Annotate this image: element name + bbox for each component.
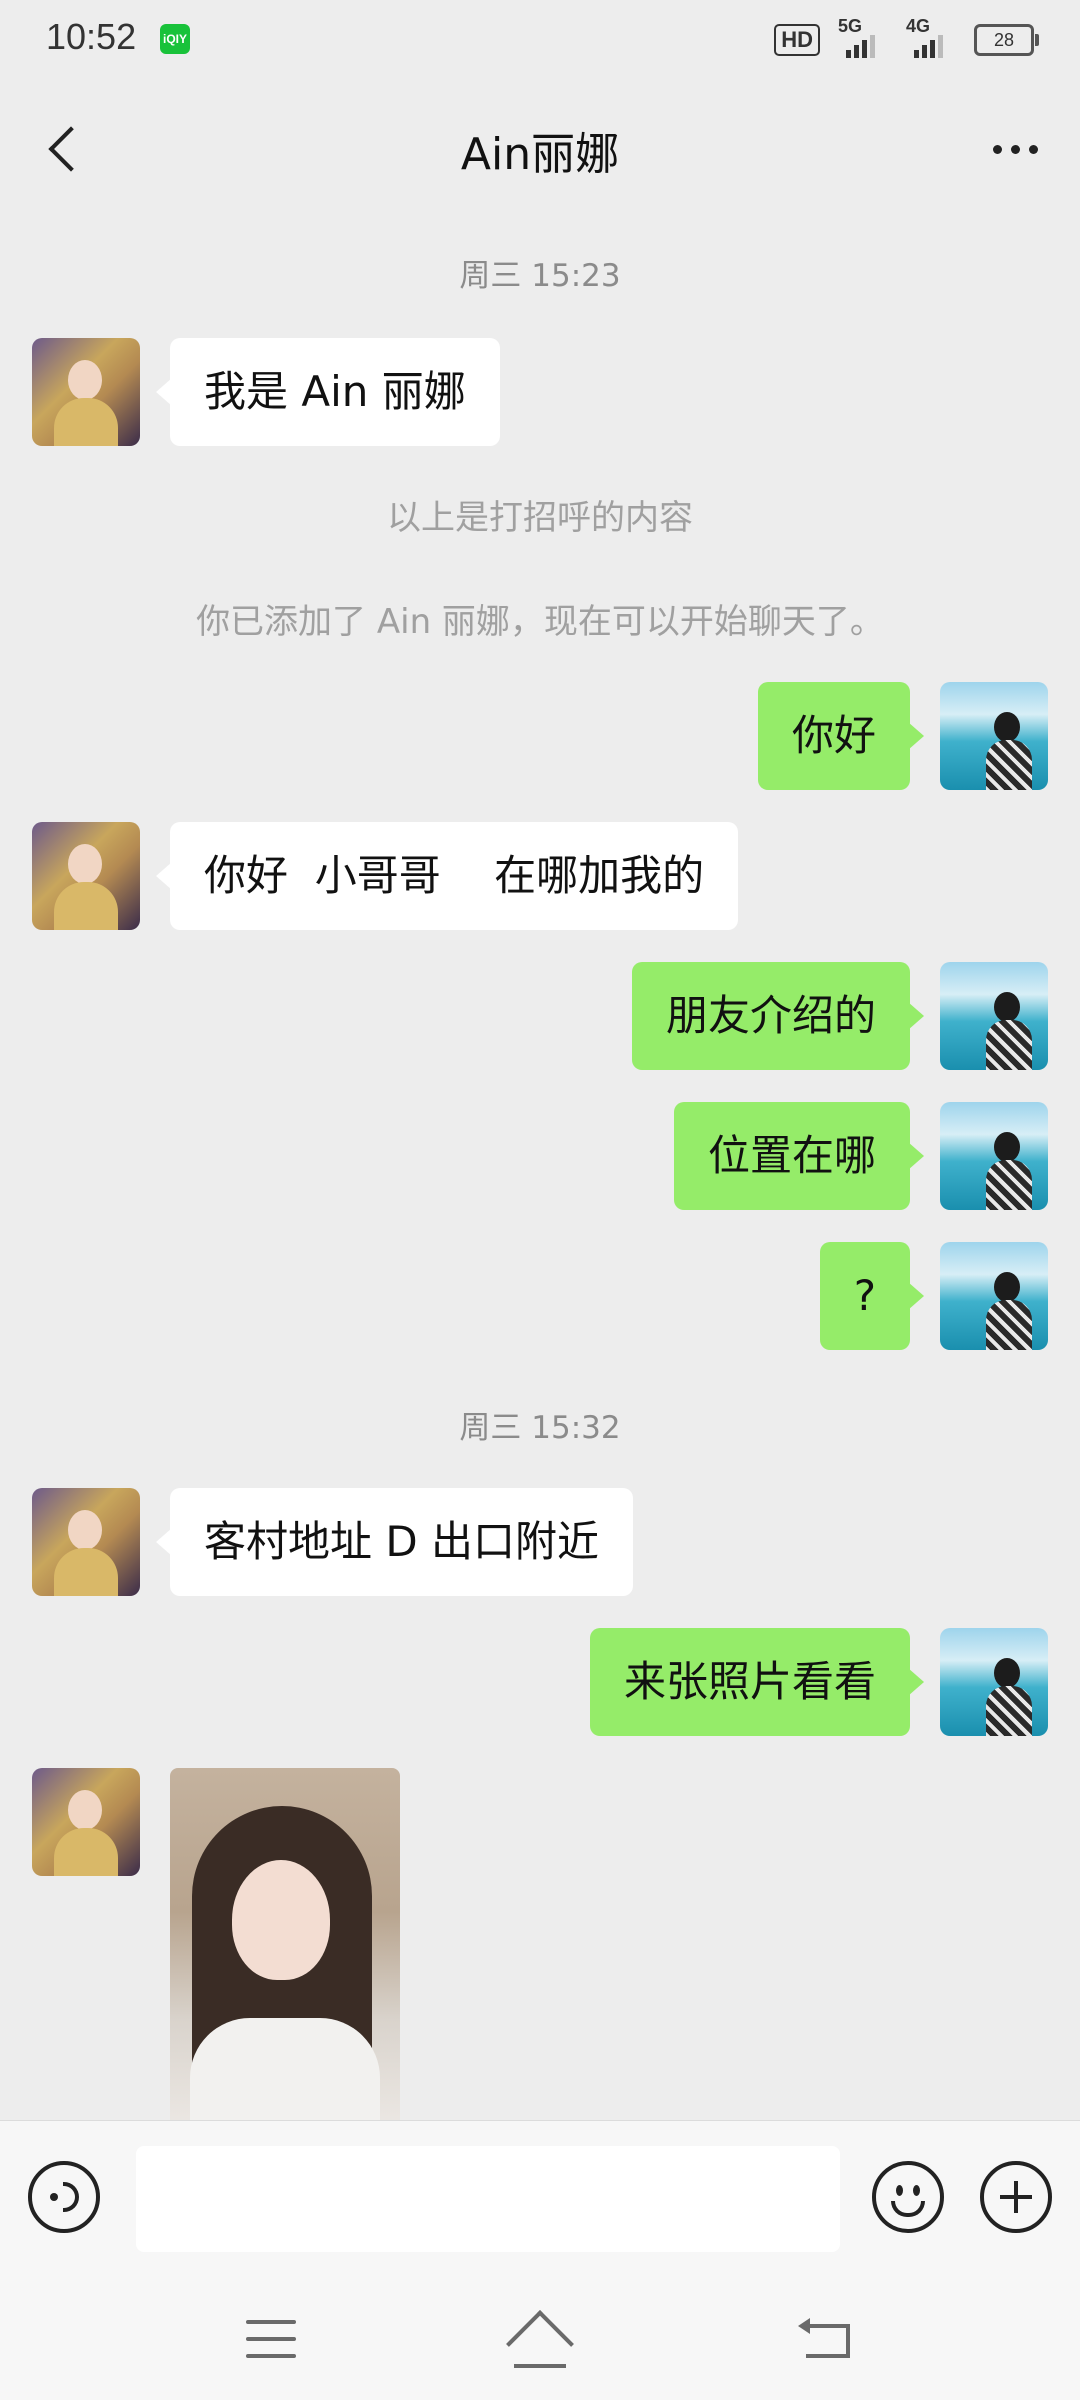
contact-avatar[interactable]: [32, 822, 140, 930]
outgoing-message[interactable]: 位置在哪: [673, 1102, 925, 1210]
back-icon[interactable]: [798, 2318, 850, 2360]
my-avatar[interactable]: [940, 682, 1048, 790]
hd-voice-icon: HD: [774, 24, 820, 56]
more-button[interactable]: [980, 114, 1050, 184]
outgoing-message[interactable]: 你好: [757, 682, 925, 790]
iqiyi-app-icon: iQIY: [160, 24, 190, 54]
contact-avatar[interactable]: [32, 1488, 140, 1596]
menu-icon[interactable]: [246, 2320, 296, 2358]
contact-avatar[interactable]: [32, 1768, 140, 1876]
home-icon[interactable]: [504, 2310, 576, 2378]
input-bar: [0, 2120, 1080, 2281]
outgoing-message[interactable]: 来张照片看看: [589, 1628, 925, 1736]
battery-icon: 28: [974, 24, 1039, 56]
network-5g-label: 5G: [838, 16, 863, 36]
more-icon: [992, 144, 1002, 154]
incoming-message[interactable]: 我是 Ain 丽娜: [156, 338, 500, 446]
voice-icon: [49, 2193, 58, 2201]
timestamp: 周三 15:32: [459, 1410, 621, 1446]
voice-button[interactable]: [28, 2161, 100, 2233]
network-4g-label: 4G: [906, 16, 931, 36]
status-time: 10:52: [46, 16, 137, 57]
my-avatar[interactable]: [940, 1628, 1048, 1736]
status-indicators: HD 5G 4G 28: [774, 16, 1039, 58]
timestamp: 周三 15:23: [459, 258, 621, 294]
system-note: 以上是打招呼的内容: [387, 498, 693, 538]
emoji-button[interactable]: [872, 2161, 944, 2233]
my-avatar[interactable]: [940, 962, 1048, 1070]
outgoing-message[interactable]: 朋友介绍的: [631, 962, 925, 1070]
my-avatar[interactable]: [940, 1102, 1048, 1210]
chat-header: Ain丽娜: [0, 84, 1080, 214]
message-input[interactable]: [136, 2146, 840, 2252]
incoming-message[interactable]: 客村地址 D 出口附近: [155, 1488, 634, 1596]
image-message[interactable]: [170, 1768, 400, 2120]
outgoing-message[interactable]: ?: [819, 1242, 925, 1350]
chat-title: Ain丽娜: [460, 129, 620, 180]
my-avatar[interactable]: [940, 1242, 1048, 1350]
status-bar: 10:52 iQIY HD 5G 4G 28: [0, 0, 1080, 84]
system-navigation-bar: [0, 2280, 1080, 2400]
incoming-message[interactable]: 你好 小哥哥 在哪加我的: [155, 822, 739, 930]
plus-button[interactable]: [980, 2161, 1052, 2233]
signal-4g-icon: 4G: [906, 16, 956, 58]
emoji-icon: [896, 2185, 903, 2196]
system-note: 你已添加了 Ain 丽娜，现在可以开始聊天了。: [196, 602, 884, 642]
chat-messages[interactable]: 周三 15:23 我是 Ain 丽娜 以上是打招呼的内容 你已添加了 Ain 丽…: [0, 214, 1080, 2120]
contact-avatar[interactable]: [32, 338, 140, 446]
signal-5g-icon: 5G: [838, 16, 888, 58]
